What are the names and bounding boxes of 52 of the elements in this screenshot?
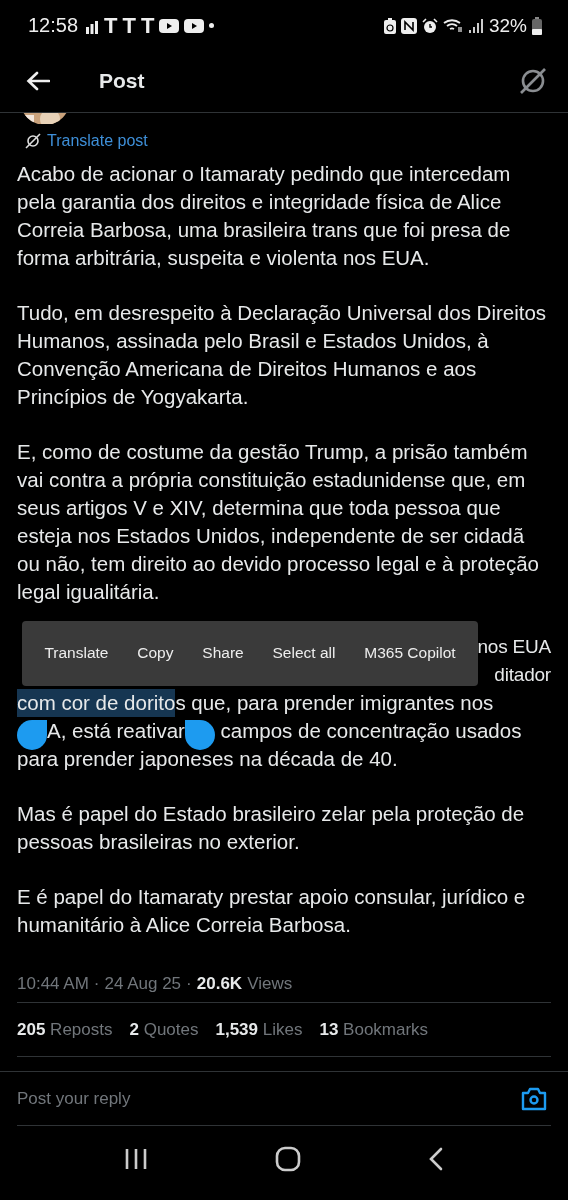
- menu-item[interactable]: M365 Copilot: [362, 638, 458, 668]
- back-icon[interactable]: [428, 1147, 445, 1172]
- post-time: 10:44 AM: [17, 973, 89, 994]
- post-paragraph: E é papel do Itamaraty prestar apoio consular, jurídico e humanitário à Alice Correia Barbosa.: [17, 883, 527, 938]
- post-paragraph: Mas é papel do Estado brasileiro zelar pela proteção de pessoas brasileiras no exterior.: [17, 800, 526, 855]
- alarm-icon: [421, 17, 438, 34]
- menu-item[interactable]: Select all: [270, 638, 338, 668]
- nfc-icon: [400, 17, 417, 34]
- text-fragment: ditador: [494, 662, 551, 687]
- selection-handle[interactable]: [17, 719, 47, 750]
- text-fragment: A, está reativar: [47, 717, 185, 744]
- battery-icon: [532, 16, 542, 35]
- wifi-icon: [442, 18, 463, 34]
- cell-signal-icon: [467, 18, 484, 34]
- stat-link[interactable]: 13 Bookmarks: [319, 1019, 429, 1040]
- play-icon: [159, 18, 180, 33]
- text-fragment: nos EUA: [477, 634, 551, 659]
- separator-dot: ·: [186, 973, 192, 994]
- app-letter: T: [104, 12, 118, 39]
- selected-text: com cor de dorito: [17, 688, 176, 717]
- camera-icon[interactable]: [520, 1086, 548, 1111]
- separator-dot: ·: [93, 973, 100, 994]
- battery-saver-icon: [383, 17, 396, 34]
- menu-item[interactable]: Share: [200, 638, 246, 668]
- post-date: 24 Aug 25: [104, 973, 182, 994]
- post-paragraph: Acabo de acionar o Itamaraty pedindo que intercedam pela garantia dos direitos e integridade física de Alice Correia Barbosa, uma brasileira trans que foi presa de forma arbitrária, suspeita e violenta nos EUA.: [17, 160, 512, 271]
- post-paragraph: Tudo, em desrespeito à Declaração Universal dos Direitos Humanos, assinada pelo Brasil e Estados Unidos, à Convenção Americana de Direitos Humanos e aos Princípios de Yogyakarta.: [17, 299, 548, 410]
- translate-icon: [25, 132, 41, 149]
- menu-item[interactable]: Copy: [135, 638, 176, 668]
- menu-item[interactable]: Translate: [42, 638, 111, 668]
- stat-link[interactable]: 205 Reposts: [17, 1019, 113, 1040]
- play-icon: [184, 18, 205, 33]
- recent-apps-icon[interactable]: [123, 1148, 148, 1171]
- app-letter: T: [140, 12, 155, 39]
- battery-percent: 32%: [488, 14, 527, 37]
- post-paragraph: E, como de costume da gestão Trump, a prisão também vai contra a própria constituição estadunidense que, em seus artigos V e XIV, determina que toda pessoa que esteja nos Estados Unidos, independente de ser cidadã ou não, tem direito ao devido processo legal e à proteção legal igualitária.: [17, 438, 540, 605]
- views-count: 20.6K: [196, 973, 243, 994]
- stat-link[interactable]: 1,539 Likes: [215, 1019, 303, 1040]
- back-arrow-icon[interactable]: [26, 71, 50, 92]
- views-label: Views: [247, 973, 293, 994]
- reply-field[interactable]: Post your reply: [17, 1084, 520, 1113]
- stat-link[interactable]: 2 Quotes: [129, 1019, 199, 1040]
- dot-icon: [209, 23, 215, 29]
- page-title: Post: [99, 69, 145, 94]
- status-time: 12:58: [28, 14, 79, 38]
- app-letter: T: [122, 12, 136, 39]
- translate-post-link[interactable]: Translate post: [47, 131, 148, 150]
- selection-handle[interactable]: [184, 719, 215, 750]
- text-line: s que, para prender imigrantes nos: [175, 689, 494, 716]
- home-icon[interactable]: [275, 1146, 301, 1173]
- text-line: para prender japoneses na década de 40.: [17, 745, 398, 772]
- text-fragment: campos de concentração usados: [219, 717, 522, 744]
